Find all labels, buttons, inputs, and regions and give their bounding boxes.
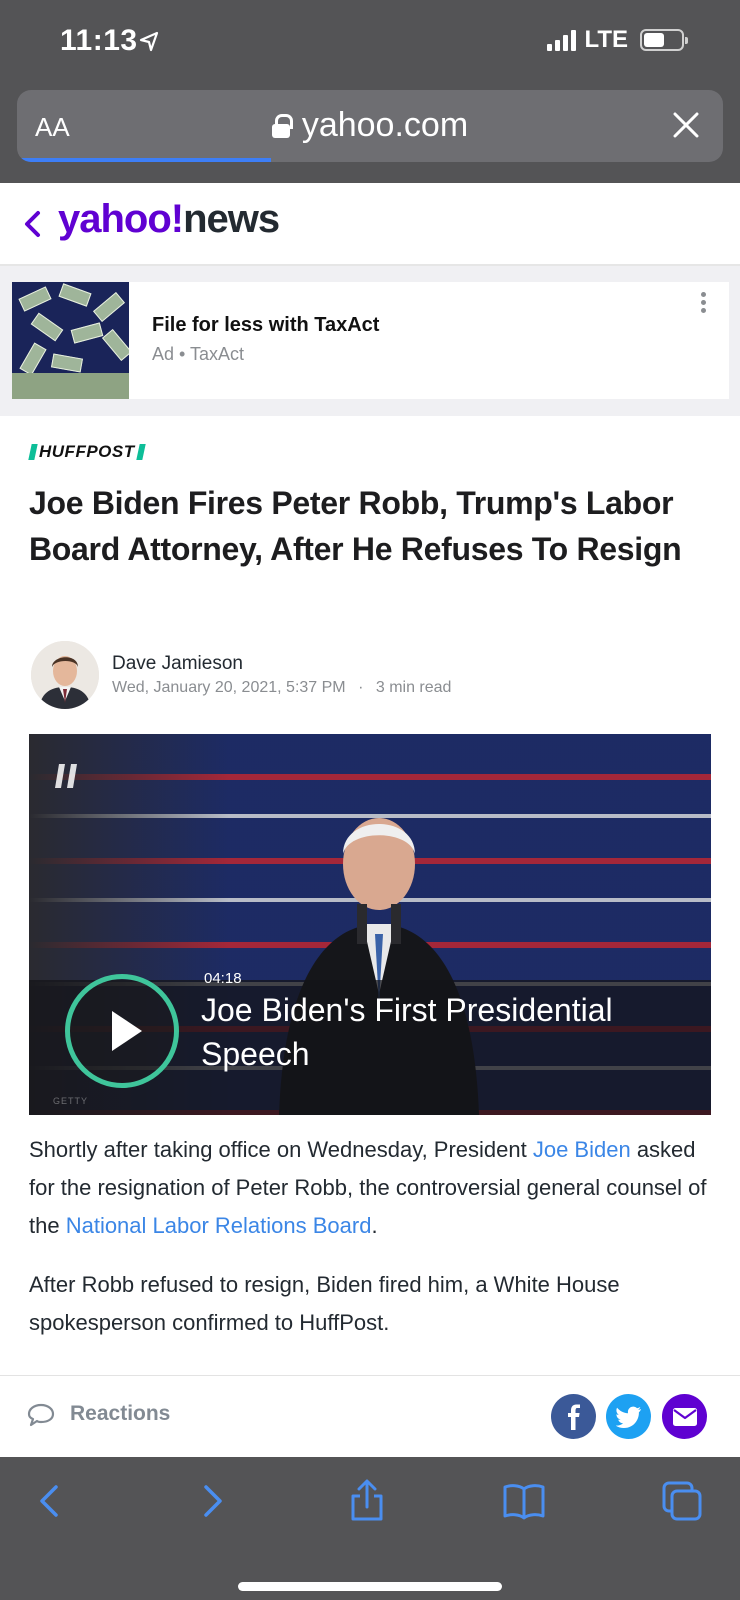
link-nlrb[interactable]: National Labor Relations Board xyxy=(66,1213,372,1238)
bookmarks-icon[interactable] xyxy=(502,1479,546,1523)
facebook-icon xyxy=(567,1404,580,1430)
source-logo[interactable]: HUFFPOST xyxy=(28,442,146,461)
link-joe-biden[interactable]: Joe Biden xyxy=(533,1137,631,1162)
logo-yahoo: yahoo! xyxy=(58,197,184,241)
publish-date: Wed, January 20, 2021, 5:37 PM xyxy=(112,679,346,696)
article-headline: Joe Biden Fires Peter Robb, Trump's Labo… xyxy=(29,485,682,567)
back-chevron-icon[interactable] xyxy=(22,209,44,239)
mail-icon xyxy=(672,1407,697,1426)
browser-toolbar xyxy=(0,1457,740,1600)
yahoo-news-logo[interactable]: yahoo!news xyxy=(58,197,280,242)
share-icon[interactable] xyxy=(345,1479,389,1523)
author-avatar[interactable] xyxy=(31,641,99,709)
more-options-icon[interactable] xyxy=(701,292,707,314)
reactions-bar: Reactions xyxy=(0,1375,740,1457)
ad-card[interactable]: File for less with TaxAct Ad • TaxAct xyxy=(12,282,729,399)
home-indicator[interactable] xyxy=(238,1582,502,1591)
status-indicators: LTE xyxy=(547,26,688,54)
ad-section: File for less with TaxAct Ad • TaxAct xyxy=(0,266,740,416)
video-player[interactable]: 04:18 Joe Biden's First Presidential Spe… xyxy=(29,734,711,1115)
article-paragraph-2: After Robb refused to resign, Biden fire… xyxy=(29,1272,620,1335)
source-name: HUFFPOST xyxy=(39,442,135,461)
site-header: yahoo!news xyxy=(0,183,740,266)
signal-icon xyxy=(547,29,577,51)
url-domain: yahoo.com xyxy=(301,106,469,144)
url-display[interactable]: yahoo.com xyxy=(17,106,723,145)
lock-icon xyxy=(271,114,293,138)
browser-forward-icon[interactable] xyxy=(188,1479,232,1523)
ad-sponsor-line: Ad • TaxAct xyxy=(152,344,245,364)
location-arrow-icon xyxy=(139,31,159,52)
ad-image xyxy=(12,282,129,399)
meta-separator: · xyxy=(358,679,364,696)
paragraph-text: . xyxy=(371,1213,378,1238)
twitter-icon xyxy=(615,1406,641,1428)
article-meta: Wed, January 20, 2021, 5:37 PM · 3 min r… xyxy=(112,679,451,697)
address-bar[interactable]: AA yahoo.com xyxy=(17,90,723,162)
ad-title[interactable]: File for less with TaxAct xyxy=(152,314,379,337)
huffpost-watermark-icon xyxy=(55,764,77,788)
video-duration: 04:18 xyxy=(204,970,242,987)
paragraph-text: Shortly after taking office on Wednesday… xyxy=(29,1137,533,1162)
mail-share-button[interactable] xyxy=(662,1394,707,1439)
status-time: 11:13 xyxy=(60,24,138,57)
article-paragraph-1: Shortly after taking office on Wednesday… xyxy=(29,1131,719,1245)
facebook-share-button[interactable] xyxy=(551,1394,596,1439)
read-time: 3 min read xyxy=(375,679,452,696)
reactions-label[interactable]: Reactions xyxy=(70,1402,170,1426)
video-title: Joe Biden's First Presidential Speech xyxy=(201,992,613,1072)
twitter-share-button[interactable] xyxy=(606,1394,651,1439)
play-button[interactable] xyxy=(65,974,179,1088)
stop-loading-icon[interactable] xyxy=(671,110,701,140)
comment-bubble-icon[interactable] xyxy=(27,1403,55,1427)
browser-back-icon[interactable] xyxy=(30,1479,74,1523)
browser-top-chrome: 11:13 LTE AA yahoo.com xyxy=(0,0,740,183)
tabs-icon[interactable] xyxy=(660,1479,704,1523)
battery-icon xyxy=(640,29,688,51)
logo-news: news xyxy=(183,197,280,241)
author-name[interactable]: Dave Jamieson xyxy=(112,653,243,675)
network-label: LTE xyxy=(584,26,628,53)
photo-credit: GETTY xyxy=(53,1096,89,1106)
page-load-progress xyxy=(17,158,272,162)
